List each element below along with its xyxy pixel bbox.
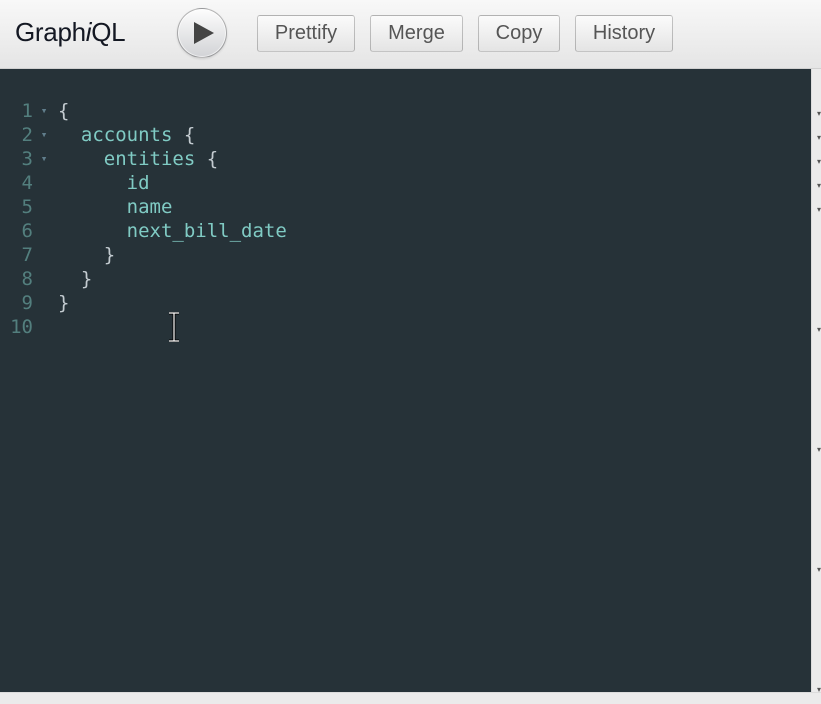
line-number: 7 [21,244,33,266]
query-field: name [126,196,173,218]
code-text: entities { [58,147,218,171]
fold-marker-icon: ▾ [817,325,821,334]
code-text: next_bill_date [58,219,287,243]
query-editor[interactable]: 1 ▾{2 ▾ accounts {3 ▾ entities {4 id 5 name 6… [0,69,811,692]
brace: { [195,148,219,170]
line-number: 2 [21,124,33,146]
code-line: 9} [0,291,811,315]
brace: } [103,244,116,266]
code-line: 1 ▾ { [0,99,811,123]
fold-marker-icon: ▾ [817,445,821,454]
brace: } [58,292,70,314]
code-text: id [58,171,150,195]
code-line: 10 [0,315,811,339]
code-text: accounts { [58,123,195,147]
code-lines: 1 ▾{2 ▾ accounts {3 ▾ entities {4 id 5 name 6… [0,99,811,339]
toolbar: GraphiQL Prettify Merge Copy History [0,0,821,69]
fold-marker-icon: ▾ [817,565,821,574]
brace: } [80,268,93,290]
code-line: 6 next_bill_date [0,219,811,243]
play-icon [193,22,214,44]
fold-toggle-icon[interactable]: ▾ [39,123,49,147]
brace: { [172,124,196,146]
line-number: 6 [21,220,33,242]
execute-query-button[interactable] [177,8,227,58]
horizontal-scrollbar[interactable] [0,692,821,704]
line-number: 10 [10,316,33,338]
fold-marker-icon: ▾ [817,109,821,118]
brace: { [58,100,70,122]
line-number: 3 [21,148,33,170]
code-text: name [58,195,173,219]
code-text: } [58,243,115,267]
graphiql-logo: GraphiQL [15,17,126,47]
code-text: } [58,291,69,315]
merge-button[interactable]: Merge [370,15,463,52]
fold-marker-icon: ▾ [817,133,821,142]
code-line: 5 name [0,195,811,219]
code-line: 3 ▾ entities { [0,147,811,171]
history-button[interactable]: History [575,15,673,52]
line-number: 5 [21,196,33,218]
fold-marker-icon: ▾ [817,205,821,214]
code-line: 2 ▾ accounts { [0,123,811,147]
line-number: 8 [21,268,33,290]
code-text: } [58,267,92,291]
prettify-button[interactable]: Prettify [257,15,355,52]
query-field: accounts [80,124,173,146]
query-field: entities [103,148,196,170]
code-line: 8 } [0,267,811,291]
text-cursor-icon [169,312,179,342]
line-number: 1 [21,100,33,122]
fold-marker-icon: ▾ [817,181,821,190]
query-field: next_bill_date [126,220,287,242]
fold-toggle-icon[interactable]: ▾ [39,99,49,123]
code-line: 7 } [0,243,811,267]
fold-marker-icon: ▾ [817,157,821,166]
line-number: 4 [21,172,33,194]
line-number: 9 [21,292,33,314]
fold-toggle-icon[interactable]: ▾ [39,147,49,171]
code-line: 4 id [0,171,811,195]
copy-button[interactable]: Copy [478,15,560,52]
code-text: { [58,99,69,123]
query-field: id [126,172,150,194]
